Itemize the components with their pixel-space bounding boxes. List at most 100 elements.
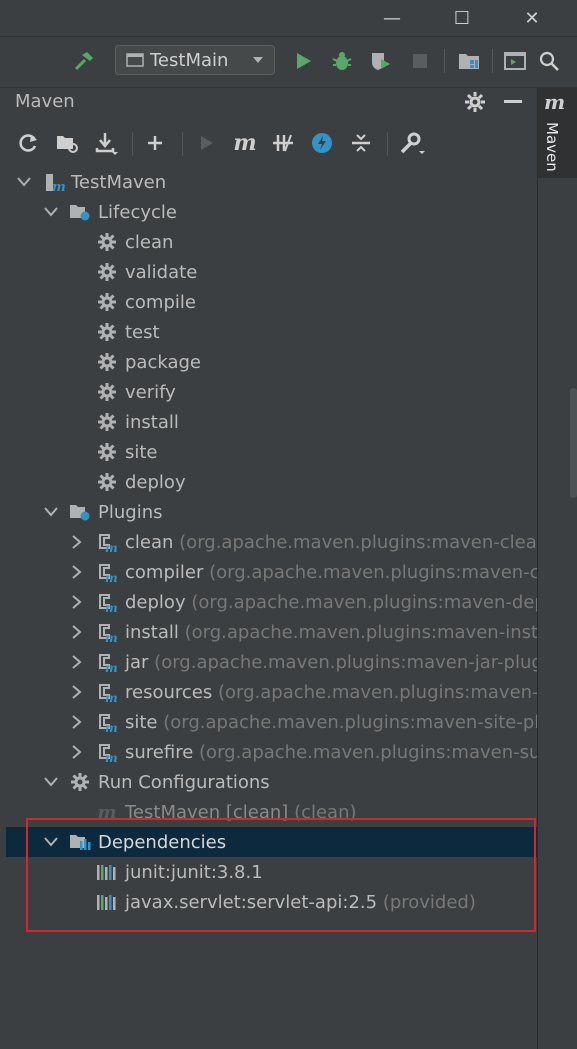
tree-row-goal[interactable]: validate	[6, 257, 537, 287]
plugin-coordinates: (org.apache.maven.plugins:maven-suref	[199, 741, 565, 763]
maven-tool-window-tab[interactable]: m Maven	[538, 88, 577, 178]
maven-toolbar: m	[6, 124, 537, 164]
tree-row-plugin[interactable]: m site (org.apache.maven.plugins:maven-s…	[6, 707, 562, 737]
panel-title: Maven	[15, 91, 75, 112]
svg-text:m: m	[105, 571, 118, 583]
debug-icon[interactable]	[328, 47, 356, 75]
plugin-coordinates: (org.apache.maven.plugins:maven-install-	[184, 621, 566, 643]
plugin-coordinates: (org.apache.maven.plugins:maven-site-plu…	[163, 711, 563, 733]
goal-label: test	[125, 321, 160, 343]
plugin-label: install (org.apache.maven.plugins:maven-…	[125, 622, 566, 643]
collapse-all-icon[interactable]	[346, 128, 376, 158]
tree-row-run-configurations[interactable]: Run Configurations	[6, 767, 537, 797]
download-icon[interactable]	[91, 128, 121, 158]
build-hammer-icon[interactable]	[70, 47, 98, 75]
scrollbar[interactable]	[570, 388, 577, 498]
plugins-label: Plugins	[98, 501, 163, 523]
chevron-right-icon[interactable]	[69, 564, 85, 580]
stop-icon[interactable]	[406, 47, 434, 75]
terminal-icon[interactable]	[501, 47, 529, 75]
gear-icon	[96, 411, 118, 433]
tree-row-goal[interactable]: verify	[6, 377, 537, 407]
plugin-label: clean (org.apache.maven.plugins:maven-cl…	[125, 532, 566, 553]
toolbar-separator	[492, 49, 493, 73]
gear-icon	[96, 261, 118, 283]
svg-text:m: m	[52, 180, 65, 193]
panel-header: Maven	[6, 88, 537, 118]
tree-row-project[interactable]: m TestMaven	[6, 167, 537, 197]
chevron-right-icon[interactable]	[69, 534, 85, 550]
project-label: TestMaven	[71, 171, 167, 193]
tree-row-goal[interactable]: clean	[6, 227, 537, 257]
chevron-down-icon[interactable]	[43, 204, 59, 220]
tree-row-goal[interactable]: compile	[6, 287, 537, 317]
tree-row-goal[interactable]: install	[6, 407, 537, 437]
goal-label: deploy	[125, 471, 186, 493]
hide-panel-button[interactable]	[504, 100, 522, 103]
svg-text:m: m	[105, 631, 118, 643]
application-icon	[126, 52, 144, 68]
tree-row-plugin[interactable]: m install (org.apache.maven.plugins:mave…	[6, 617, 566, 647]
chevron-right-icon[interactable]	[69, 744, 85, 760]
tree-row-plugin[interactable]: m surefire (org.apache.maven.plugins:mav…	[6, 737, 565, 767]
goal-label: compile	[125, 291, 196, 313]
tree-row-plugin[interactable]: m clean (org.apache.maven.plugins:maven-…	[6, 527, 566, 557]
tree-row-goal[interactable]: deploy	[6, 467, 537, 497]
project-structure-icon[interactable]	[455, 47, 483, 75]
tree-row-goal[interactable]: test	[6, 317, 537, 347]
settings-wrench-icon[interactable]	[397, 128, 427, 158]
reload-icon[interactable]	[13, 128, 43, 158]
goal-label: clean	[125, 231, 174, 253]
right-tool-window-strip: m Maven	[537, 88, 577, 1049]
coverage-icon[interactable]	[366, 47, 394, 75]
tree-row-goal[interactable]: site	[6, 437, 537, 467]
add-icon[interactable]	[140, 128, 170, 158]
plugin-label: resources (org.apache.maven.plugins:mave…	[125, 682, 566, 703]
maven-m-icon: m	[544, 90, 566, 114]
main-toolbar: TestMain	[0, 36, 577, 88]
maximize-button[interactable]: ☐	[442, 0, 482, 36]
chevron-down-icon[interactable]	[43, 774, 59, 790]
gear-icon	[69, 771, 91, 793]
gear-icon	[96, 291, 118, 313]
chevron-right-icon[interactable]	[69, 684, 85, 700]
gear-icon[interactable]	[464, 91, 486, 113]
chevron-down-icon	[252, 56, 264, 64]
chevron-down-icon[interactable]	[16, 174, 32, 190]
tree-row-plugin[interactable]: m jar (org.apache.maven.plugins:maven-ja…	[6, 647, 559, 677]
svg-text:m: m	[105, 601, 118, 613]
minimize-button[interactable]: —	[372, 0, 412, 36]
goal-label: site	[125, 441, 158, 463]
chevron-right-icon[interactable]	[69, 714, 85, 730]
tree-row-plugin[interactable]: m compiler (org.apache.maven.plugins:mav…	[6, 557, 562, 587]
chevron-right-icon[interactable]	[69, 624, 85, 640]
gear-icon	[96, 351, 118, 373]
chevron-right-icon[interactable]	[69, 594, 85, 610]
maven-tab-label: Maven	[543, 122, 561, 172]
run-configuration-selector[interactable]: TestMain	[115, 45, 275, 75]
chevron-right-icon[interactable]	[69, 654, 85, 670]
svg-text:m: m	[105, 751, 118, 763]
tree-row-plugin[interactable]: m resources (org.apache.maven.plugins:ma…	[6, 677, 566, 707]
plugin-label: deploy (org.apache.maven.plugins:maven-d…	[125, 592, 562, 613]
close-button[interactable]: ✕	[512, 0, 552, 36]
plugin-icon: m	[96, 621, 118, 643]
tree-row-lifecycle[interactable]: Lifecycle	[6, 197, 537, 227]
skip-tests-icon[interactable]	[307, 128, 337, 158]
tree-row-goal[interactable]: package	[6, 347, 537, 377]
plugin-icon: m	[96, 651, 118, 673]
run-icon[interactable]	[289, 47, 317, 75]
execute-goal-icon[interactable]: m	[230, 128, 260, 158]
plugin-name: site	[125, 711, 158, 733]
chevron-down-icon[interactable]	[43, 504, 59, 520]
run-maven-build-icon[interactable]	[191, 128, 221, 158]
maximize-icon: ☐	[453, 7, 471, 29]
tree-row-plugin[interactable]: m deploy (org.apache.maven.plugins:maven…	[6, 587, 562, 617]
plugin-icon: m	[96, 591, 118, 613]
svg-text:m: m	[105, 721, 118, 733]
toggle-offline-icon[interactable]	[268, 128, 298, 158]
generate-sources-icon[interactable]	[52, 128, 82, 158]
tree-row-plugins[interactable]: Plugins	[6, 497, 537, 527]
run-configuration-label: TestMain	[150, 49, 229, 71]
search-icon[interactable]	[535, 47, 563, 75]
